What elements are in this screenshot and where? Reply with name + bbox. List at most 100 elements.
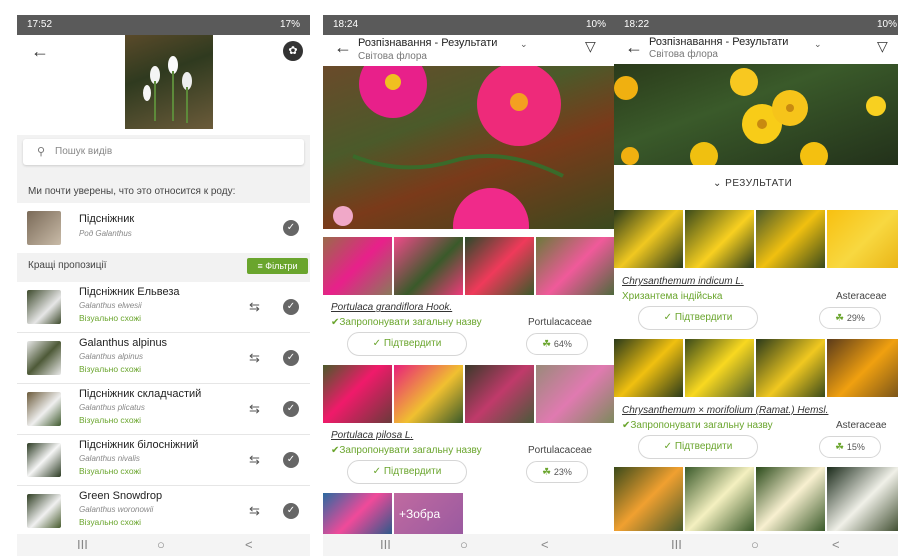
filter-icon[interactable]: ▽ bbox=[877, 38, 888, 55]
swap-icon[interactable]: ⇆ bbox=[249, 452, 260, 468]
suggestion-note: Візуально схожі bbox=[79, 313, 142, 323]
suggestion-name: Galanthus alpinus bbox=[79, 337, 168, 349]
more-images-tile[interactable]: +Зобра bbox=[394, 493, 463, 535]
check-circle-icon[interactable]: ✓ bbox=[283, 503, 299, 519]
confirm-button[interactable]: ✓ Підтвердити bbox=[638, 435, 758, 459]
result-photo[interactable] bbox=[827, 339, 898, 397]
swap-icon[interactable]: ⇆ bbox=[249, 350, 260, 366]
check-circle-icon[interactable]: ✓ bbox=[283, 350, 299, 366]
results-header[interactable]: ⌄ РЕЗУЛЬТАТИ bbox=[614, 165, 898, 209]
suggestion-thumbnail bbox=[27, 494, 61, 528]
filter-icon[interactable]: ▽ bbox=[585, 38, 596, 55]
suggestion-row[interactable]: Підсніжник Ельвеза Galanthus elwesii Віз… bbox=[17, 282, 310, 333]
species-family: Asteraceae bbox=[836, 291, 887, 302]
result-photo[interactable] bbox=[827, 467, 898, 531]
swap-icon[interactable]: ⇆ bbox=[249, 401, 260, 417]
search-bar[interactable]: ⚲ Пошук видів bbox=[23, 139, 304, 165]
genus-name: Підсніжник bbox=[79, 213, 135, 225]
back-button[interactable]: < bbox=[541, 537, 549, 552]
suggestion-row[interactable]: Galanthus alpinus Galanthus alpinus Візу… bbox=[17, 333, 310, 384]
result-photo[interactable] bbox=[685, 467, 754, 531]
match-score: 64% bbox=[553, 339, 572, 349]
suggestion-row[interactable]: Підсніжник білосніжний Galanthus nivalis… bbox=[17, 435, 310, 486]
back-arrow-icon[interactable]: ← bbox=[31, 41, 49, 62]
result-photo[interactable] bbox=[685, 210, 754, 268]
filters-button[interactable]: ≡ Фільтри bbox=[247, 258, 308, 274]
suggestion-row[interactable]: Green Snowdrop Galanthus woronowii Візуа… bbox=[17, 486, 310, 537]
check-circle-icon[interactable]: ✓ bbox=[283, 299, 299, 315]
result-photo[interactable] bbox=[827, 210, 898, 268]
result-photo[interactable] bbox=[756, 467, 825, 531]
result-photo[interactable] bbox=[614, 467, 683, 531]
result-photo[interactable] bbox=[685, 339, 754, 397]
recent-apps-button[interactable]: III bbox=[380, 537, 391, 552]
chevron-down-icon[interactable]: ⌄ bbox=[520, 39, 528, 50]
system-nav-bar: III ○ < bbox=[614, 534, 898, 556]
chevron-down-icon[interactable]: ⌄ bbox=[814, 39, 822, 50]
back-button[interactable]: < bbox=[832, 537, 840, 552]
confirm-button[interactable]: ✓ Підтвердити bbox=[347, 332, 467, 356]
species-latin-name[interactable]: Portulaca pilosa L. bbox=[331, 430, 413, 441]
result-photo[interactable] bbox=[536, 237, 616, 295]
suggest-common-name-link[interactable]: ✔Запропонувати загальну назву bbox=[622, 420, 773, 431]
genus-hint: Ми почти уверены, что это относится к ро… bbox=[28, 186, 236, 197]
result-photo[interactable] bbox=[323, 365, 392, 423]
recent-apps-button[interactable]: III bbox=[671, 537, 682, 552]
result-photo[interactable] bbox=[614, 210, 683, 268]
home-button[interactable]: ○ bbox=[751, 537, 759, 552]
check-circle-icon[interactable]: ✓ bbox=[283, 220, 299, 236]
result-photo[interactable] bbox=[323, 493, 392, 535]
result-photo[interactable] bbox=[465, 365, 534, 423]
result-photo[interactable] bbox=[394, 237, 463, 295]
battery-level: 17% bbox=[279, 19, 300, 30]
result-photo[interactable] bbox=[536, 365, 616, 423]
genus-thumbnail bbox=[27, 211, 61, 245]
suggestion-thumbnail bbox=[27, 341, 61, 375]
leaf-icon: ☘ bbox=[835, 313, 847, 324]
recent-apps-button[interactable]: III bbox=[77, 537, 88, 552]
species-latin-name[interactable]: Portulaca grandiflora Hook. bbox=[331, 302, 452, 313]
query-photo bbox=[614, 64, 898, 170]
swap-icon[interactable]: ⇆ bbox=[249, 299, 260, 315]
back-button[interactable]: < bbox=[245, 537, 253, 552]
system-nav-bar: III ○ < bbox=[323, 534, 616, 556]
match-score: 23% bbox=[553, 467, 572, 477]
species-latin-name[interactable]: Chrysanthemum indicum L. bbox=[622, 276, 744, 287]
flower-share-icon[interactable]: ✿ bbox=[283, 41, 303, 61]
screen-snowdrop-results: 17:52 17% ← ✿ ⚲ Пошук видів Ми почти уве… bbox=[17, 15, 310, 556]
home-button[interactable]: ○ bbox=[460, 537, 468, 552]
back-arrow-icon[interactable]: ← bbox=[625, 37, 643, 58]
result-photo[interactable] bbox=[465, 237, 534, 295]
swap-icon[interactable]: ⇆ bbox=[249, 503, 260, 519]
screen-portulaca-results: 18:24 10% ← Розпізнавання - Результати ⌄… bbox=[323, 15, 616, 556]
result-photo[interactable] bbox=[614, 339, 683, 397]
search-icon: ⚲ bbox=[37, 146, 46, 158]
species-latin-name[interactable]: Chrysanthemum × morifolium (Ramat.) Hems… bbox=[622, 405, 828, 416]
search-input[interactable]: Пошук видів bbox=[55, 146, 112, 157]
suggestion-note: Візуально схожі bbox=[79, 364, 142, 374]
result-photo[interactable] bbox=[756, 210, 825, 268]
check-circle-icon[interactable]: ✓ bbox=[283, 401, 299, 417]
screen-title: Розпізнавання - Результати bbox=[358, 37, 498, 49]
result-photo[interactable] bbox=[323, 237, 392, 295]
check-circle-icon[interactable]: ✓ bbox=[283, 452, 299, 468]
back-arrow-icon[interactable]: ← bbox=[334, 37, 352, 58]
result-photo[interactable] bbox=[394, 365, 463, 423]
result-photo[interactable] bbox=[756, 339, 825, 397]
suggest-common-name-link[interactable]: ✔Запропонувати загальну назву bbox=[331, 445, 482, 456]
confirm-button[interactable]: ✓ Підтвердити bbox=[347, 460, 467, 484]
home-button[interactable]: ○ bbox=[157, 537, 165, 552]
suggestion-note: Візуально схожі bbox=[79, 517, 142, 527]
suggestion-row[interactable]: Підсніжник складчастий Galanthus plicatu… bbox=[17, 384, 310, 435]
battery-level: 10% bbox=[585, 19, 606, 30]
status-time: 18:22 bbox=[624, 19, 650, 30]
suggest-common-name-link[interactable]: ✔Запропонувати загальну назву bbox=[331, 317, 482, 328]
query-photo bbox=[323, 50, 616, 264]
suggestion-thumbnail bbox=[27, 392, 61, 426]
status-time: 17:52 bbox=[27, 19, 53, 30]
species-common-name: Хризантема індійська bbox=[622, 291, 723, 302]
status-bar: 18:22 10% bbox=[614, 15, 898, 35]
match-score: 15% bbox=[846, 442, 865, 452]
confirm-button[interactable]: ✓ Підтвердити bbox=[638, 306, 758, 330]
genus-row[interactable]: Підсніжник Род Galanthus ✓ bbox=[17, 203, 310, 254]
